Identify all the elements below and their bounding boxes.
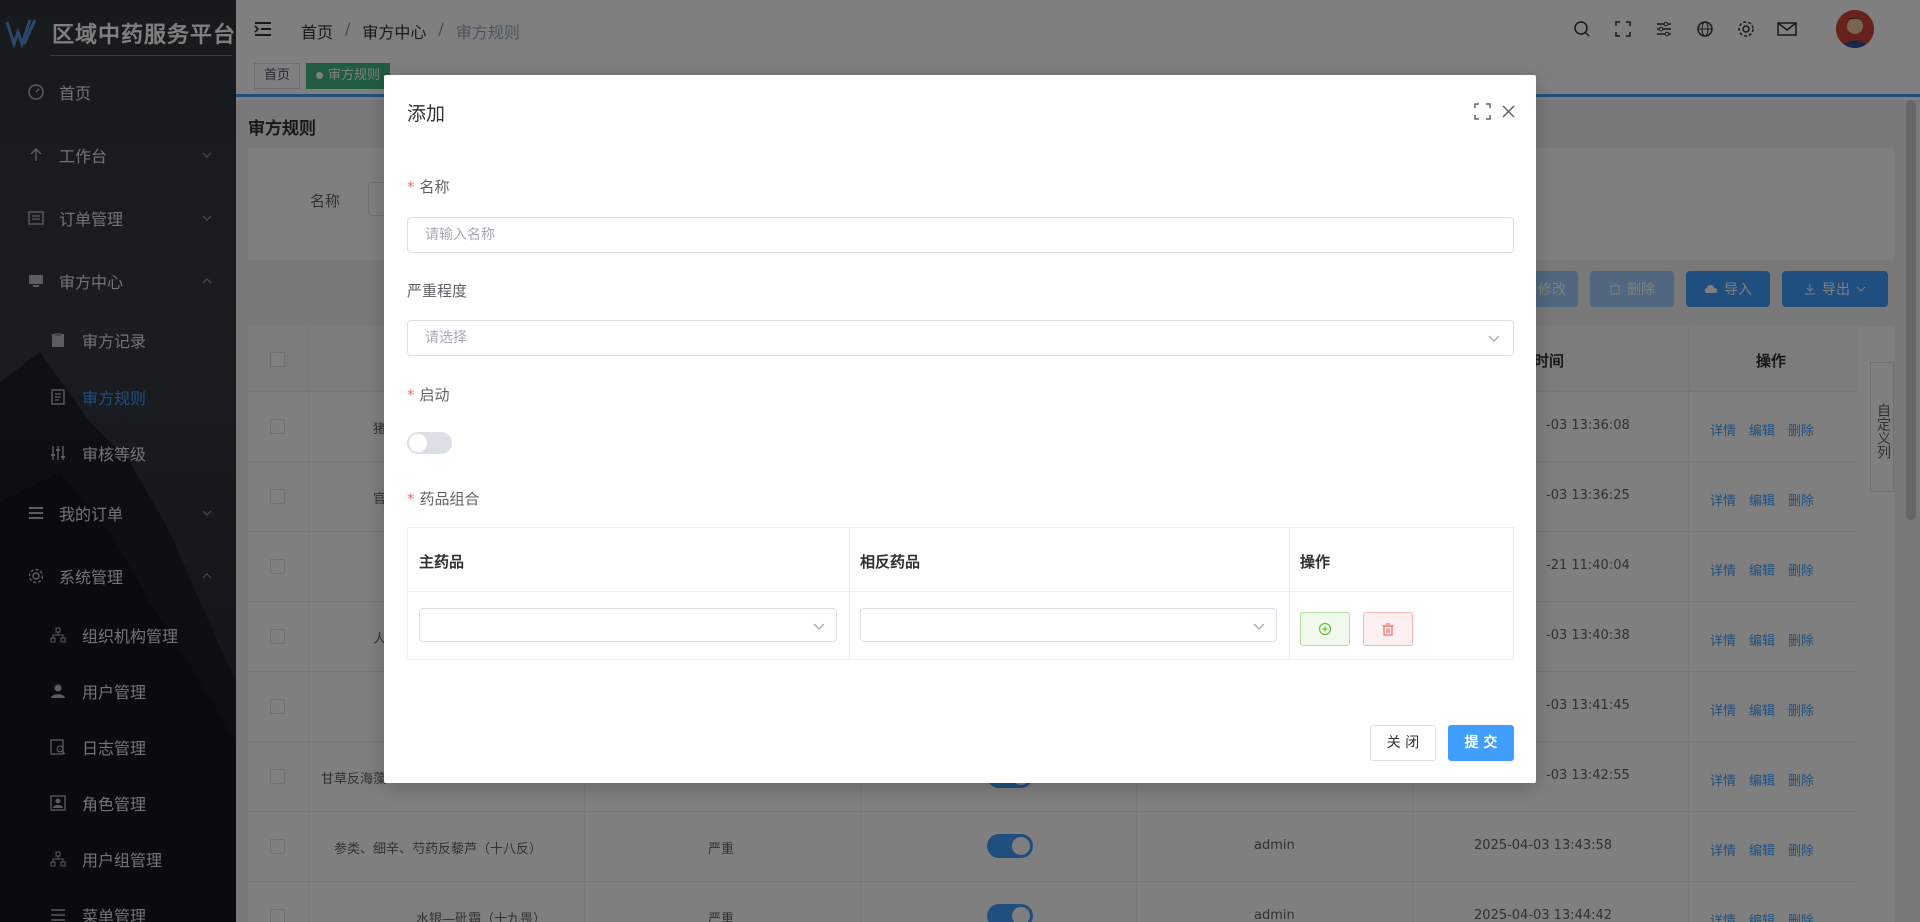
delete-row-button[interactable] <box>1363 612 1413 646</box>
add-row-button[interactable] <box>1300 612 1350 646</box>
dialog-title: 添加 <box>407 103 446 125</box>
severity-select[interactable]: 请选择 <box>407 320 1514 356</box>
close-icon[interactable] <box>1500 103 1517 120</box>
enable-toggle[interactable] <box>407 432 452 454</box>
chevron-down-icon <box>1488 335 1500 342</box>
trash-icon <box>1382 623 1394 636</box>
combo-table-header: 主药品 相反药品 操作 <box>408 528 1513 592</box>
name-label: * 名称 <box>407 178 450 196</box>
severity-label: 严重程度 <box>407 282 468 300</box>
add-rule-dialog: 添加 * 名称 请输入名称 严重程度 请选择 * 启动 * 药品组合 主药品 相反药品… <box>384 75 1536 783</box>
chevron-down-icon <box>1253 623 1265 630</box>
plus-circle-icon <box>1318 622 1332 636</box>
chevron-down-icon <box>813 623 825 630</box>
enable-label: * 启动 <box>407 386 450 404</box>
ops-header: 操作 <box>1300 553 1331 571</box>
main-drug-select[interactable] <box>419 608 837 642</box>
main-drug-header: 主药品 <box>419 553 465 571</box>
combo-label: * 药品组合 <box>407 490 480 508</box>
opposing-drug-header: 相反药品 <box>860 553 921 571</box>
drug-combo-table: 主药品 相反药品 操作 <box>407 527 1514 660</box>
close-button[interactable]: 关 闭 <box>1370 725 1436 761</box>
opposing-drug-select[interactable] <box>860 608 1277 642</box>
fullscreen-icon[interactable] <box>1474 103 1491 120</box>
submit-button[interactable]: 提 交 <box>1448 725 1514 761</box>
name-input[interactable]: 请输入名称 <box>407 217 1514 253</box>
